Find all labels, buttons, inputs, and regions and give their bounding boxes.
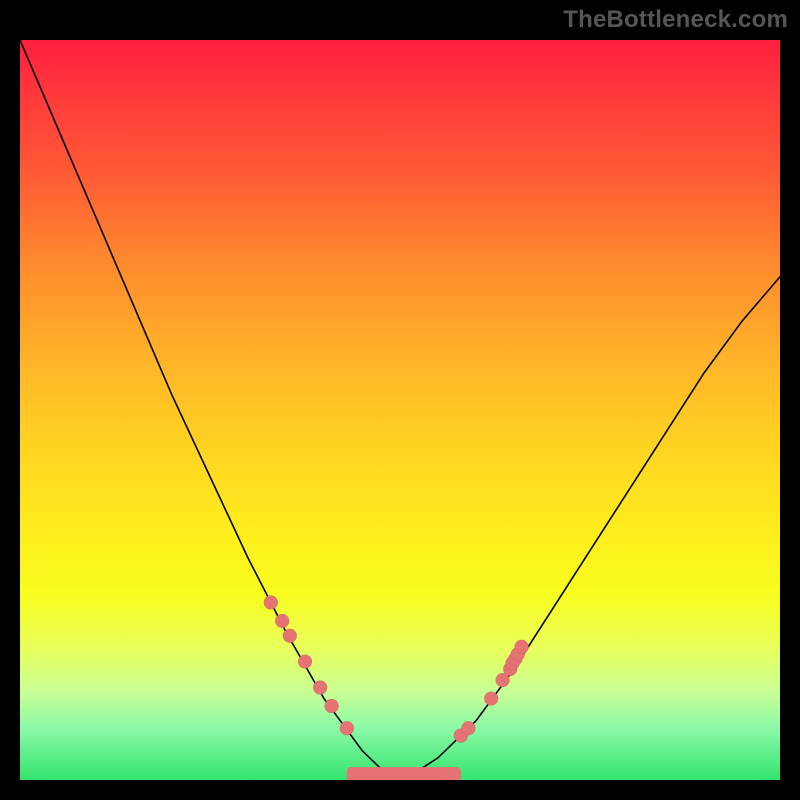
highlight-dot (340, 721, 354, 735)
watermark-text: TheBottleneck.com (563, 6, 788, 34)
highlight-dots (264, 595, 529, 742)
highlight-dot (298, 655, 312, 669)
highlight-dot (275, 614, 289, 628)
highlight-dot (515, 640, 529, 654)
chart-frame: TheBottleneck.com (0, 0, 800, 800)
highlight-dot (313, 681, 327, 695)
plot-area (20, 40, 780, 780)
highlight-dot (325, 699, 339, 713)
highlight-dot (283, 629, 297, 643)
highlight-dot (461, 721, 475, 735)
basin-band (347, 767, 461, 780)
bottleneck-curve (20, 40, 780, 780)
curve-svg (20, 40, 780, 780)
highlight-dot (484, 692, 498, 706)
highlight-dot (264, 595, 278, 609)
